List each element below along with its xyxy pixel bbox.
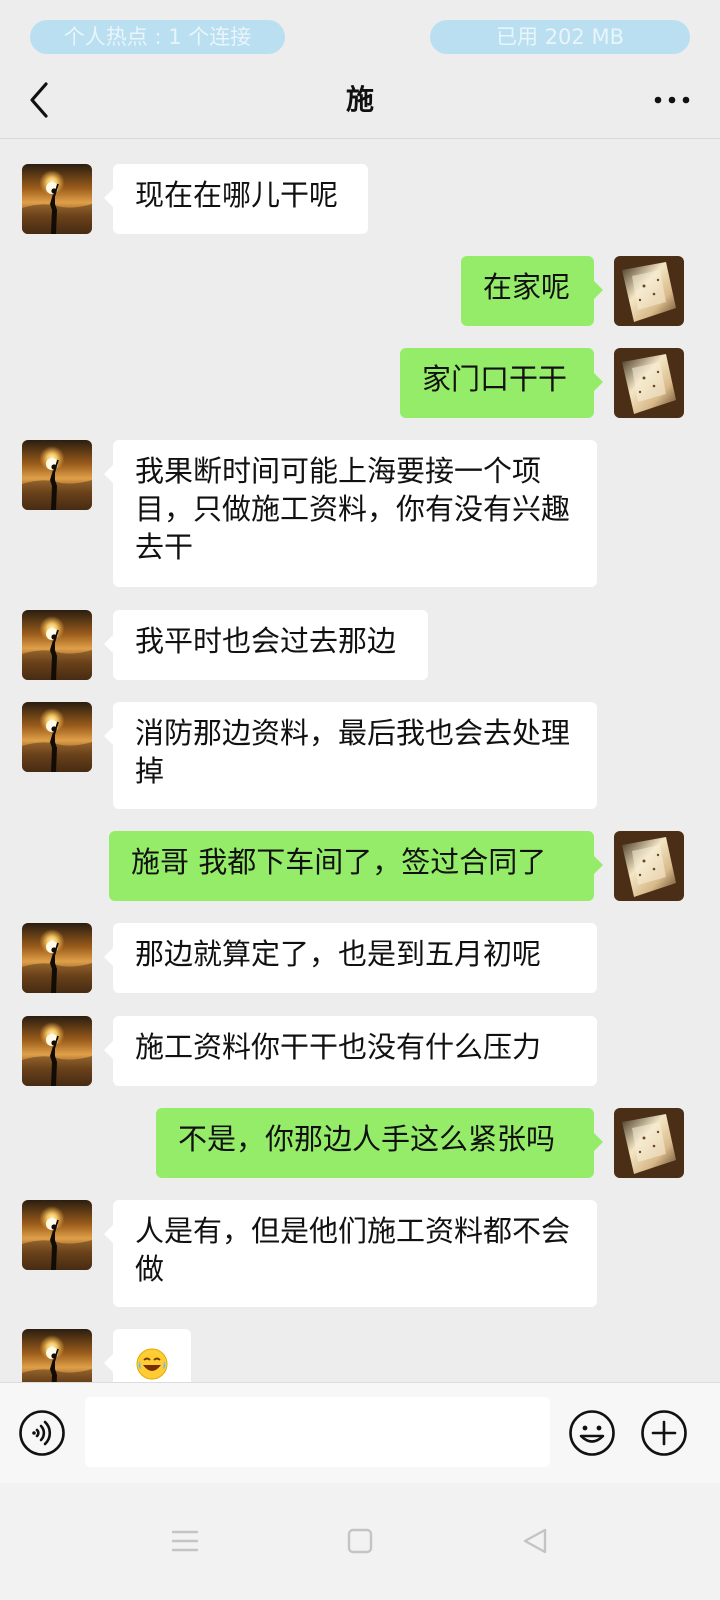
- data-usage-status: 已用 202 MB: [430, 20, 690, 54]
- message-row: 现在在哪儿干呢: [0, 164, 720, 234]
- my-avatar[interactable]: [614, 831, 684, 901]
- contact-avatar[interactable]: [22, 923, 92, 993]
- voice-icon: [19, 1410, 65, 1456]
- chevron-left-icon: [30, 82, 48, 118]
- laughing-tears-emoji: [136, 1348, 168, 1380]
- hotspot-status: 个人热点 : 1 个连接: [30, 20, 285, 54]
- message-text: 人是有，但是他们施工资料都不会做: [135, 1214, 571, 1286]
- more-functions-button[interactable]: [640, 1409, 688, 1457]
- received-message-bubble[interactable]: 我果断时间可能上海要接一个项目，只做施工资料，你有没有兴趣去干: [104, 440, 597, 587]
- home-square-icon: [347, 1528, 373, 1554]
- back-triangle-icon: [523, 1528, 547, 1554]
- message-row: 那边就算定了，也是到五月初呢: [0, 923, 720, 993]
- chat-header: 施: [0, 62, 720, 138]
- received-message-bubble[interactable]: 消防那边资料，最后我也会去处理掉: [104, 702, 597, 809]
- message-row: 消防那边资料，最后我也会去处理掉: [0, 702, 720, 809]
- message-row: 施工资料你干干也没有什么压力: [0, 1016, 720, 1086]
- message-text: 施哥 我都下车间了，签过合同了: [131, 845, 547, 879]
- recent-apps-button[interactable]: [167, 1523, 203, 1559]
- message-text: 我果断时间可能上海要接一个项目，只做施工资料，你有没有兴趣去干: [135, 454, 571, 564]
- message-row: 人是有，但是他们施工资料都不会做: [0, 1200, 720, 1307]
- message-row: 家门口干干: [0, 348, 720, 418]
- back-button[interactable]: [22, 78, 62, 122]
- more-options-button[interactable]: [648, 82, 696, 118]
- received-message-bubble[interactable]: 我平时也会过去那边: [104, 610, 428, 680]
- my-avatar[interactable]: [614, 1108, 684, 1178]
- more-horizontal-icon: [654, 96, 690, 104]
- message-text: 不是，你那边人手这么紧张吗: [178, 1122, 556, 1156]
- message-text: 家门口干干: [422, 362, 568, 396]
- contact-avatar[interactable]: [22, 1200, 92, 1270]
- my-avatar[interactable]: [614, 348, 684, 418]
- message-input[interactable]: [85, 1397, 550, 1467]
- message-text: 现在在哪儿干呢: [135, 178, 339, 212]
- home-button[interactable]: [342, 1523, 378, 1559]
- contact-avatar[interactable]: [22, 610, 92, 680]
- sent-message-bubble[interactable]: 在家呢: [461, 256, 603, 326]
- contact-avatar[interactable]: [22, 702, 92, 772]
- message-text: 那边就算定了，也是到五月初呢: [135, 937, 542, 971]
- chat-title: 施: [345, 83, 374, 116]
- my-avatar[interactable]: [614, 256, 684, 326]
- smiley-icon: [569, 1410, 615, 1456]
- received-message-bubble[interactable]: 施工资料你干干也没有什么压力: [104, 1016, 597, 1086]
- message-text: 我平时也会过去那边: [135, 624, 397, 658]
- message-row: 施哥 我都下车间了，签过合同了: [0, 831, 720, 901]
- message-row: 我果断时间可能上海要接一个项目，只做施工资料，你有没有兴趣去干: [0, 440, 720, 587]
- contact-avatar[interactable]: [22, 1016, 92, 1086]
- contact-avatar[interactable]: [22, 164, 92, 234]
- input-bar: [0, 1382, 720, 1483]
- menu-icon: [171, 1530, 199, 1552]
- system-back-button[interactable]: [517, 1523, 553, 1559]
- message-row: 在家呢: [0, 256, 720, 326]
- message-row: 我平时也会过去那边: [0, 610, 720, 680]
- received-message-bubble[interactable]: 人是有，但是他们施工资料都不会做: [104, 1200, 597, 1307]
- message-text: 施工资料你干干也没有什么压力: [135, 1030, 542, 1064]
- plus-circle-icon: [641, 1410, 687, 1456]
- sent-message-bubble[interactable]: 家门口干干: [400, 348, 603, 418]
- message-text: 在家呢: [483, 270, 571, 304]
- header-divider: [0, 138, 720, 139]
- sent-message-bubble[interactable]: 不是，你那边人手这么紧张吗: [156, 1108, 603, 1178]
- emoji-button[interactable]: [568, 1409, 616, 1457]
- message-row: 不是，你那边人手这么紧张吗: [0, 1108, 720, 1178]
- voice-button[interactable]: [18, 1409, 66, 1457]
- message-text: 消防那边资料，最后我也会去处理掉: [135, 716, 571, 788]
- received-message-bubble[interactable]: 现在在哪儿干呢: [104, 164, 368, 234]
- received-message-bubble[interactable]: 那边就算定了，也是到五月初呢: [104, 923, 597, 993]
- sent-message-bubble[interactable]: 施哥 我都下车间了，签过合同了: [109, 831, 603, 901]
- system-navigation-bar: [0, 1483, 720, 1600]
- contact-avatar[interactable]: [22, 440, 92, 510]
